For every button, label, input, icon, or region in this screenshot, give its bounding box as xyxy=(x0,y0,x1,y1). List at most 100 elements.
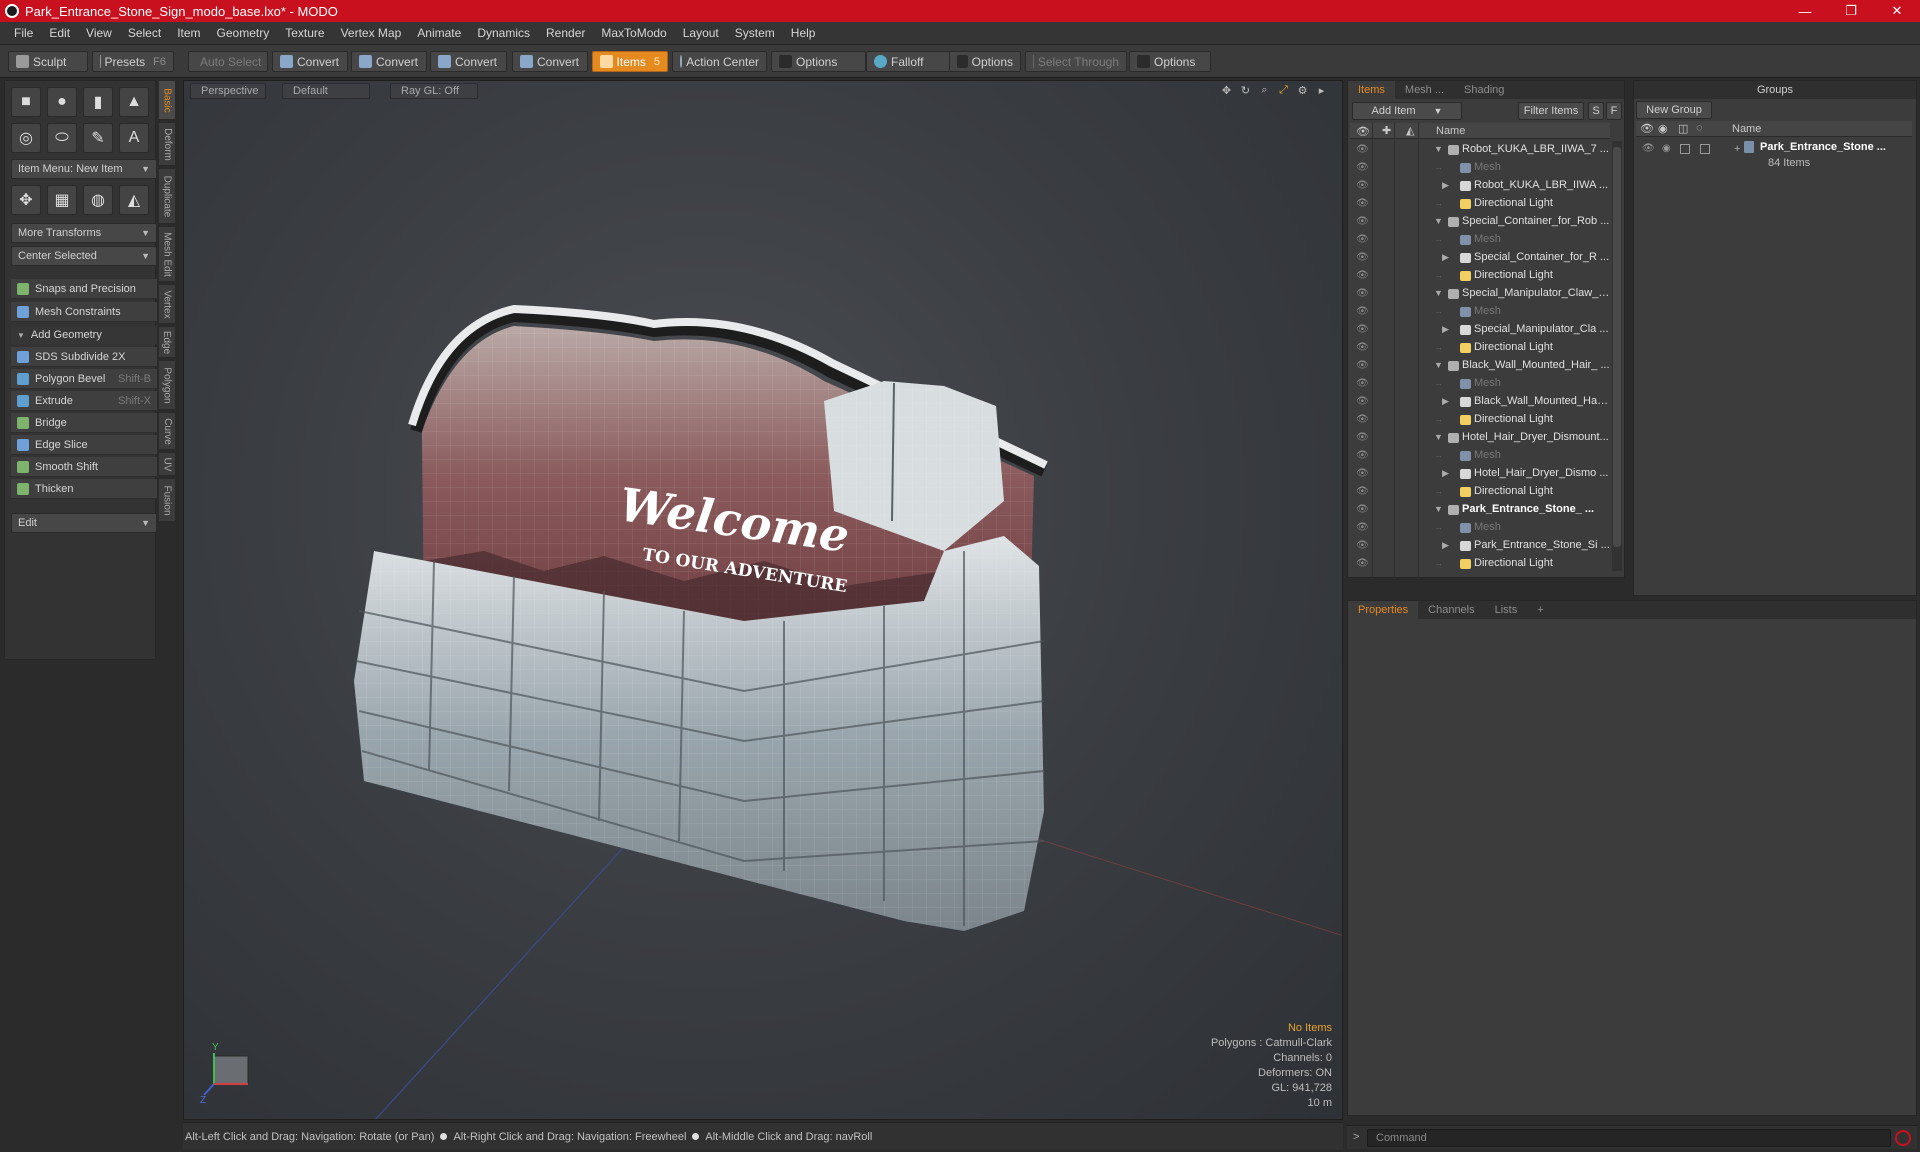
item-menu-dropdown[interactable]: Item Menu: New Item ▼ xyxy=(11,159,157,179)
visibility-eye-icon[interactable]: 👁 xyxy=(1356,180,1369,191)
command-input[interactable]: Command xyxy=(1367,1129,1891,1147)
menu-geometry[interactable]: Geometry xyxy=(209,26,278,40)
visibility-eye-icon[interactable]: 👁 xyxy=(1356,342,1369,353)
group-row[interactable]: 👁 ◉ + Park_Entrance_Stone ... 84 Items xyxy=(1636,139,1898,175)
tab-deform[interactable]: Deform xyxy=(158,122,176,166)
snaps-precision-button[interactable]: Snaps and Precision xyxy=(11,279,157,299)
filter-s-button[interactable]: S xyxy=(1588,102,1604,120)
maximize-button[interactable]: ❐ xyxy=(1828,0,1874,22)
visibility-eye-icon[interactable]: 👁 xyxy=(1356,324,1369,335)
item-row-scene[interactable]: 👁 ▼ Robot_KUKA_LBR_IIWA_7 ... xyxy=(1350,141,1612,159)
chevron-right-icon[interactable]: ▶ xyxy=(1442,324,1452,335)
cube-icon[interactable]: ■ xyxy=(11,87,41,117)
item-row-locator[interactable]: 👁 ▶ Park_Entrance_Stone_Si ... xyxy=(1350,537,1612,555)
tab-curve[interactable]: Curve xyxy=(158,412,176,450)
visibility-eye-icon[interactable]: 👁 xyxy=(1642,143,1655,154)
tab-mesh-edit[interactable]: Mesh Edit xyxy=(158,226,176,282)
tab-channels[interactable]: Channels xyxy=(1418,601,1484,619)
visibility-eye-icon[interactable]: 👁 xyxy=(1356,162,1369,173)
item-row-locator[interactable]: 👁 ▶ Black_Wall_Mounted_Hai ... xyxy=(1350,393,1612,411)
menu-texture[interactable]: Texture xyxy=(277,26,332,40)
visibility-eye-icon[interactable]: 👁 xyxy=(1356,288,1369,299)
item-row-scene[interactable]: 👁 ▼ Black_Wall_Mounted_Hair_ ... xyxy=(1350,357,1612,375)
item-row-scene[interactable]: 👁 ▼ Special_Manipulator_Claw_ ... xyxy=(1350,285,1612,303)
visibility-eye-icon[interactable]: 👁 xyxy=(1356,504,1369,515)
item-row-mesh[interactable]: 👁 → Mesh xyxy=(1350,231,1612,249)
torus-icon[interactable]: ◎ xyxy=(11,123,41,153)
item-row-scene[interactable]: 👁 ▼ Park_Entrance_Stone_ ... xyxy=(1350,501,1612,519)
menu-maxtomodo[interactable]: MaxToModo xyxy=(593,26,674,40)
cylinder-icon[interactable]: ▮ xyxy=(83,87,113,117)
close-button[interactable]: ✕ xyxy=(1874,0,1920,22)
visibility-eye-icon[interactable]: 👁 xyxy=(1356,216,1369,227)
falloff-options-button[interactable]: Options xyxy=(949,51,1021,72)
center-selected-dropdown[interactable]: Center Selected ▼ xyxy=(11,246,157,266)
minimize-button[interactable]: — xyxy=(1782,0,1828,22)
visibility-eye-icon[interactable]: 👁 xyxy=(1356,378,1369,389)
smooth-shift-button[interactable]: Smooth Shift xyxy=(11,457,157,477)
select-checkbox[interactable] xyxy=(1700,144,1710,154)
auto-select-button[interactable]: Auto Select xyxy=(188,51,268,72)
action-center-button[interactable]: Action Center xyxy=(672,51,767,72)
items-scrollbar[interactable] xyxy=(1612,141,1622,571)
new-group-button[interactable]: New Group xyxy=(1636,101,1712,119)
grid-icon[interactable]: ▦ xyxy=(47,185,77,215)
item-row-light[interactable]: 👁 → Directional Light xyxy=(1350,411,1612,429)
visibility-eye-icon[interactable]: 👁 xyxy=(1356,468,1369,479)
chevron-down-icon[interactable]: ▼ xyxy=(1434,216,1444,226)
visibility-eye-icon[interactable]: 👁 xyxy=(1356,558,1369,569)
item-row-locator[interactable]: 👁 ▶ Robot_KUKA_LBR_IIWA ... xyxy=(1350,177,1612,195)
text-icon[interactable]: A xyxy=(119,123,149,153)
select-options-button[interactable]: Options xyxy=(1129,51,1211,72)
chevron-down-icon[interactable]: ▼ xyxy=(1434,432,1444,442)
presets-button[interactable]: Presets F6 xyxy=(92,51,174,72)
menu-file[interactable]: File xyxy=(6,26,41,40)
visibility-eye-icon[interactable]: 👁 xyxy=(1356,486,1369,497)
bridge-button[interactable]: Bridge xyxy=(11,413,157,433)
sds-subdivide-button[interactable]: SDS Subdivide 2X xyxy=(11,347,157,367)
scrollbar-thumb[interactable] xyxy=(1613,147,1621,547)
item-row-light[interactable]: 👁 → Directional Light xyxy=(1350,483,1612,501)
chevron-right-icon[interactable]: ▶ xyxy=(1442,468,1452,479)
lock-checkbox[interactable] xyxy=(1680,144,1690,154)
item-row-locator[interactable]: 👁 ▶ Special_Container_for_R ... xyxy=(1350,249,1612,267)
menu-animate[interactable]: Animate xyxy=(409,26,469,40)
item-row-mesh[interactable]: 👁 → Mesh xyxy=(1350,375,1612,393)
thicken-button[interactable]: Thicken xyxy=(11,479,157,499)
chevron-down-icon[interactable]: ▼ xyxy=(1434,144,1444,154)
tab-edge[interactable]: Edge xyxy=(158,326,176,358)
item-row-light[interactable]: 👁 → Directional Light xyxy=(1350,195,1612,213)
menu-edit[interactable]: Edit xyxy=(41,26,78,40)
visibility-eye-icon[interactable]: 👁 xyxy=(1356,198,1369,209)
visibility-eye-icon[interactable]: 👁 xyxy=(1356,396,1369,407)
tab-vertex[interactable]: Vertex xyxy=(158,284,176,324)
visibility-eye-icon[interactable]: 👁 xyxy=(1356,450,1369,461)
menu-layout[interactable]: Layout xyxy=(675,26,727,40)
chevron-right-icon[interactable]: ▶ xyxy=(1442,180,1452,191)
filter-items-button[interactable]: Filter Items xyxy=(1518,102,1584,120)
menu-select[interactable]: Select xyxy=(120,26,169,40)
render-icon[interactable]: ◉ xyxy=(1662,143,1671,154)
menu-render[interactable]: Render xyxy=(538,26,593,40)
tab-items[interactable]: Items xyxy=(1348,81,1395,99)
edit-dropdown[interactable]: Edit ▼ xyxy=(11,513,157,533)
item-row-locator[interactable]: 👁 ▶ Special_Manipulator_Cla ... xyxy=(1350,321,1612,339)
convert-polygons-button[interactable]: Convert xyxy=(430,51,507,72)
capsule-icon[interactable]: ⬭ xyxy=(47,123,77,153)
record-icon[interactable] xyxy=(1895,1130,1911,1146)
add-geometry-section[interactable]: ▼ Add Geometry xyxy=(11,326,157,344)
chevron-right-icon[interactable]: ▶ xyxy=(1442,540,1452,551)
item-row-scene[interactable]: 👁 ▼ Hotel_Hair_Dryer_Dismount... xyxy=(1350,429,1612,447)
visibility-eye-icon[interactable]: 👁 xyxy=(1356,306,1369,317)
visibility-eye-icon[interactable]: 👁 xyxy=(1356,270,1369,281)
polygon-bevel-button[interactable]: Polygon Bevel Shift-B xyxy=(11,369,157,389)
chevron-down-icon[interactable]: ▼ xyxy=(1434,360,1444,370)
item-row-light[interactable]: 👁 → Directional Light xyxy=(1350,555,1612,573)
menu-help[interactable]: Help xyxy=(783,26,824,40)
item-row-mesh[interactable]: 👁 → Mesh xyxy=(1350,447,1612,465)
sculpt-button[interactable]: Sculpt xyxy=(8,51,88,72)
visibility-eye-icon[interactable]: 👁 xyxy=(1356,432,1369,443)
menu-dynamics[interactable]: Dynamics xyxy=(469,26,538,40)
convert-edges-button[interactable]: Convert xyxy=(351,51,427,72)
visibility-eye-icon[interactable]: 👁 xyxy=(1356,414,1369,425)
